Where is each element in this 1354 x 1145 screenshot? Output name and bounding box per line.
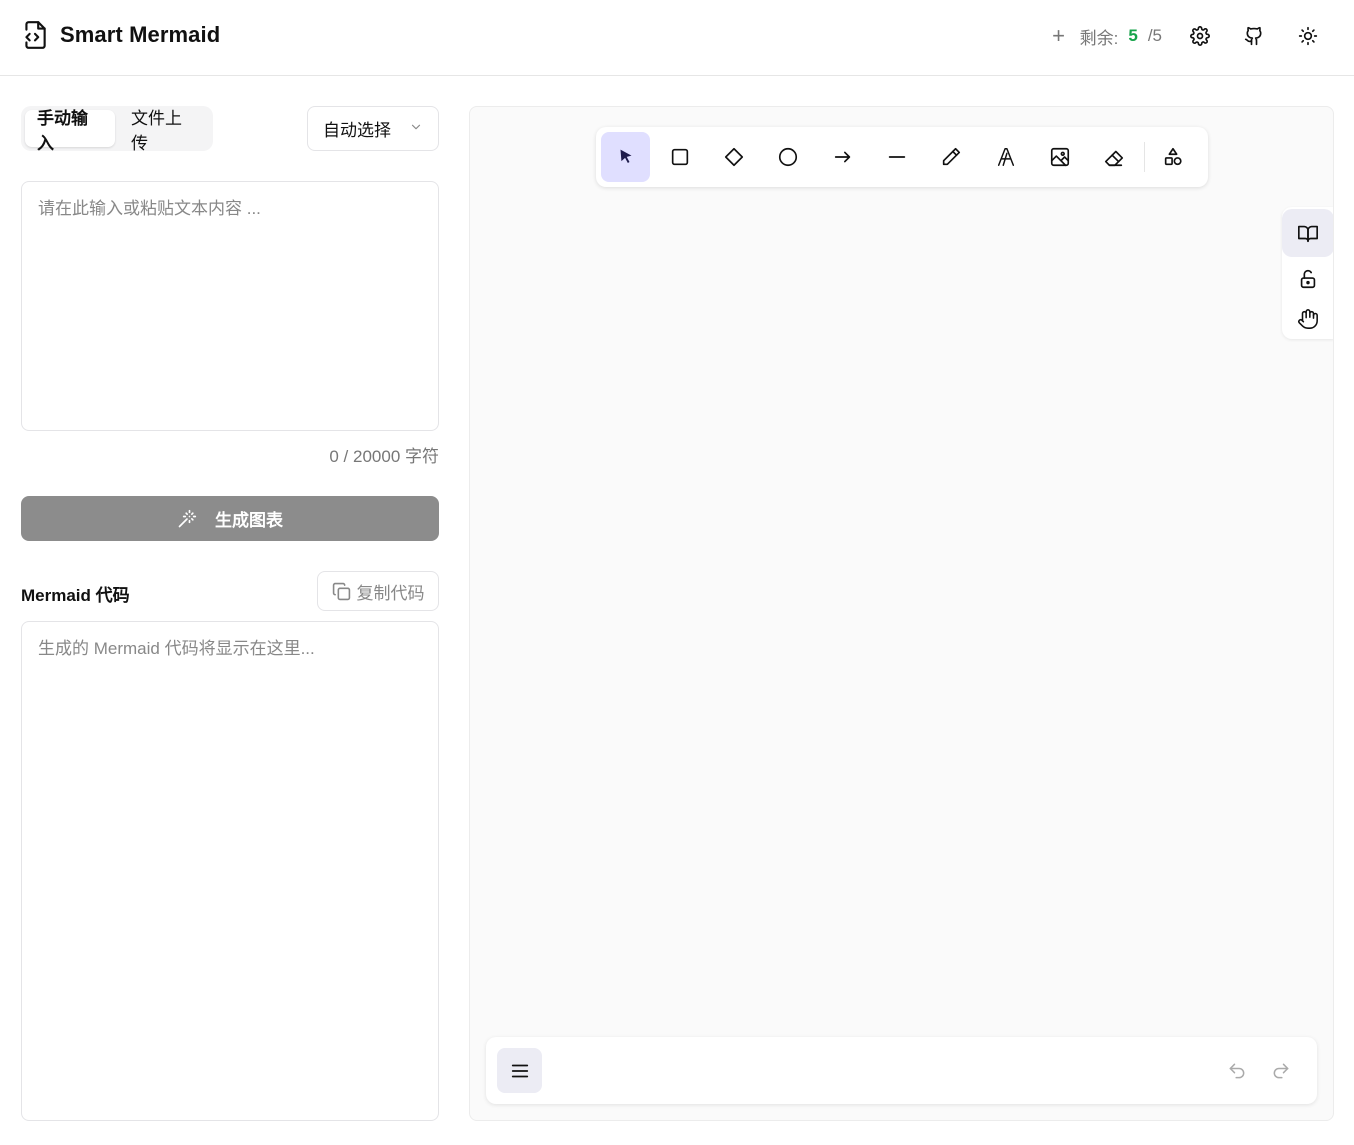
gear-icon: [1190, 26, 1210, 46]
ellipse-tool[interactable]: [764, 132, 813, 182]
rectangle-tool[interactable]: [655, 132, 704, 182]
code-section-title: Mermaid 代码: [21, 586, 130, 605]
quota-label: 剩余:: [1079, 28, 1119, 48]
theme-toggle-button[interactable]: [1292, 20, 1324, 52]
hand-icon: [1298, 309, 1318, 329]
undo-icon: [1229, 1063, 1245, 1079]
eraser-tool[interactable]: [1090, 132, 1139, 182]
text-tool[interactable]: [981, 132, 1030, 182]
image-tool[interactable]: [1035, 132, 1084, 182]
generate-button[interactable]: 生成图表: [21, 496, 439, 541]
tab-manual-input[interactable]: 手动输入: [25, 109, 115, 153]
shapes-library-icon: [1165, 147, 1183, 166]
hamburger-menu-icon: [511, 1064, 528, 1077]
pencil-tool[interactable]: [927, 132, 976, 182]
library-icon: [1298, 225, 1318, 243]
undo-button[interactable]: [1222, 1056, 1252, 1086]
shapes-library-tool[interactable]: [1149, 132, 1198, 182]
tab-file-upload[interactable]: 文件上传: [119, 109, 209, 153]
image-icon: [1050, 147, 1069, 167]
arrow-tool[interactable]: [818, 132, 867, 182]
canvas-menu-button[interactable]: [497, 1048, 542, 1093]
sun-icon: [1298, 26, 1318, 46]
text-icon: [997, 148, 1014, 166]
quota-total: /5: [1147, 26, 1162, 45]
header-actions: + 剩余: 5 /5: [1048, 20, 1324, 52]
chevron-down-icon: [409, 119, 423, 139]
diagram-type-select[interactable]: 自动选择: [307, 106, 439, 151]
select-icon: [620, 149, 632, 163]
plus-icon[interactable]: +: [1048, 25, 1070, 47]
mermaid-code-output[interactable]: 生成的 Mermaid 代码将显示在这里...: [21, 621, 439, 1121]
hand-tool-button[interactable]: [1282, 299, 1333, 339]
canvas-side-tools: [1282, 207, 1333, 339]
copy-code-button[interactable]: 复制代码: [317, 571, 439, 611]
line-icon: [888, 156, 906, 158]
redo-icon: [1273, 1063, 1289, 1079]
pencil-icon: [943, 147, 961, 166]
select-tool[interactable]: [601, 132, 651, 182]
app-header: Smart Mermaid + 剩余: 5 /5: [0, 0, 1354, 76]
github-icon: [1244, 26, 1262, 46]
drawing-toolbar: [596, 127, 1208, 187]
diagram-type-value: 自动选择: [323, 121, 391, 140]
lock-toggle-button[interactable]: [1282, 259, 1333, 299]
drawing-canvas[interactable]: [469, 106, 1334, 1121]
ellipse-icon: [779, 147, 798, 167]
diamond-tool[interactable]: [710, 132, 759, 182]
eraser-icon: [1105, 150, 1124, 167]
line-tool[interactable]: [872, 132, 921, 182]
generate-label: 生成图表: [215, 511, 283, 530]
copy-code-label: 复制代码: [356, 583, 425, 603]
text-input-placeholder: 请在此输入或粘贴文本内容 ...: [38, 199, 261, 218]
toolbar-divider: [1143, 142, 1145, 172]
magic-wand-icon: [178, 509, 197, 527]
diamond-icon: [725, 147, 744, 167]
unlock-icon: [1300, 269, 1316, 289]
settings-button[interactable]: [1184, 20, 1216, 52]
input-mode-tabs: 手动输入 文件上传: [21, 106, 213, 153]
brand[interactable]: Smart Mermaid: [22, 20, 220, 50]
github-button[interactable]: [1238, 20, 1270, 52]
redo-button[interactable]: [1266, 1056, 1296, 1086]
app-title: Smart Mermaid: [60, 22, 221, 47]
arrow-icon: [834, 151, 851, 163]
char-counter: 0 / 20000 字符: [329, 447, 439, 466]
library-button[interactable]: [1282, 209, 1333, 257]
code-placeholder: 生成的 Mermaid 代码将显示在这里...: [38, 639, 315, 658]
file-code-icon: [25, 21, 46, 49]
rectangle-icon: [671, 148, 689, 166]
canvas-footer: [486, 1037, 1317, 1104]
copy-icon: [332, 582, 350, 600]
text-input[interactable]: 请在此输入或粘贴文本内容 ...: [21, 181, 439, 431]
quota-remaining: 5: [1128, 26, 1138, 45]
